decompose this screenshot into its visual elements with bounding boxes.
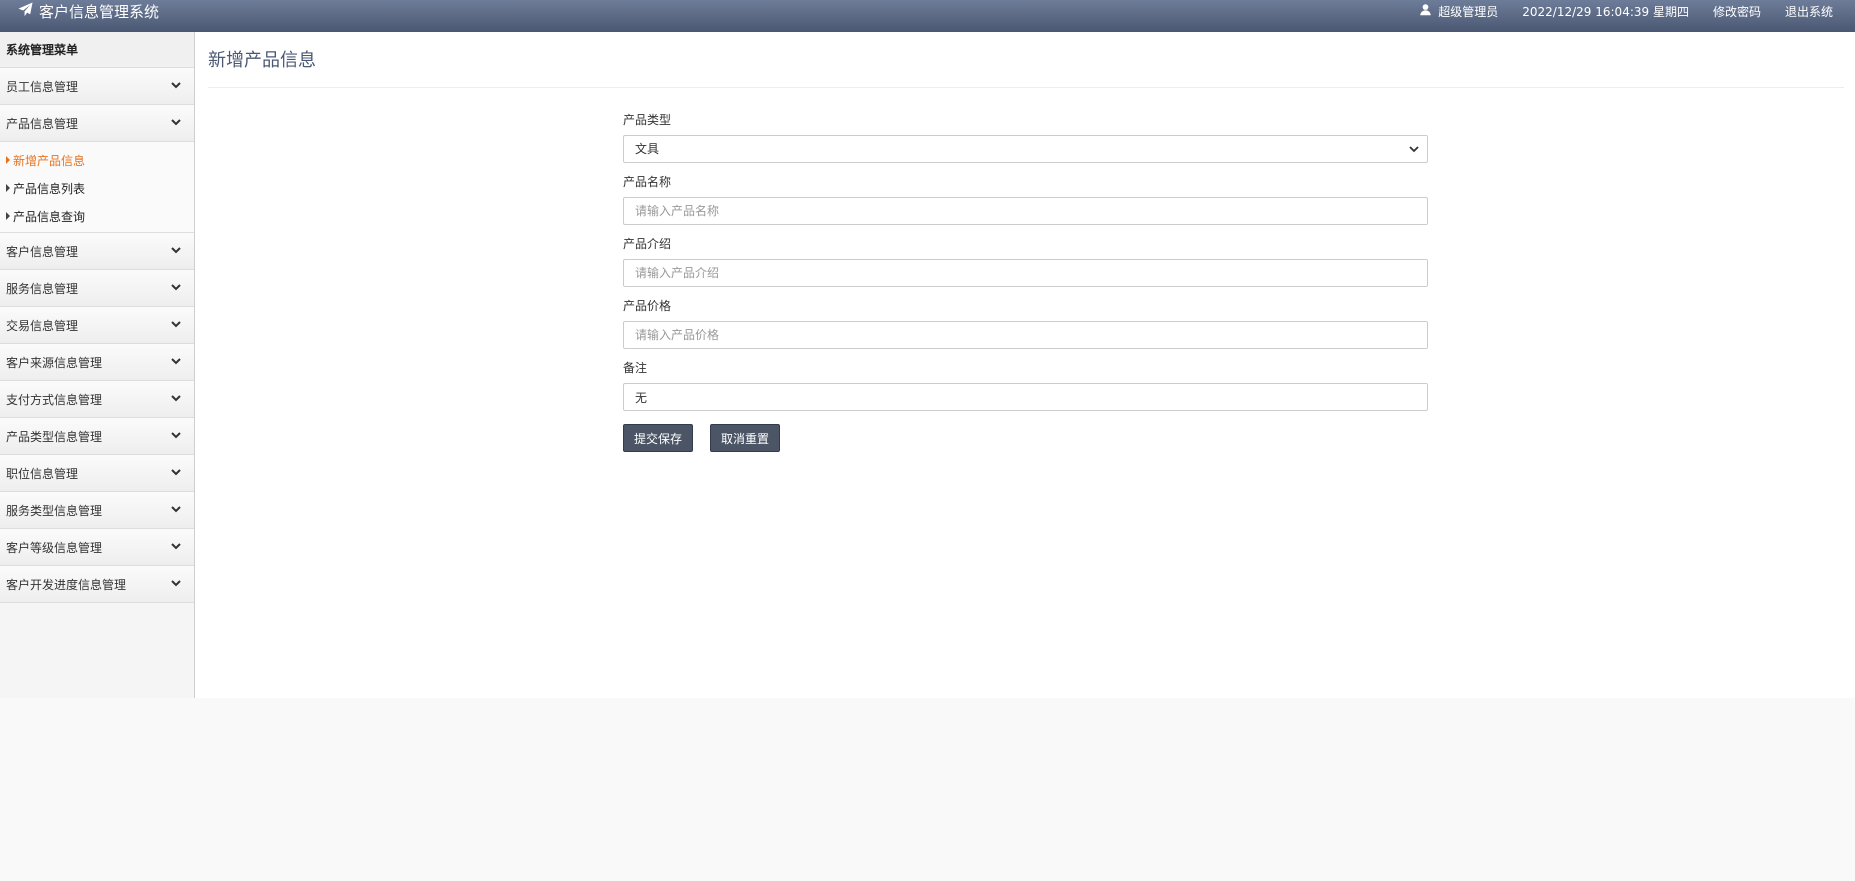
chevron-down-icon [170, 429, 182, 444]
submenu-item-label: 产品信息查询 [13, 209, 86, 224]
product-name-field: 产品名称 [623, 174, 1428, 236]
chevron-down-icon [170, 79, 182, 94]
user-name: 超级管理员 [1438, 4, 1499, 19]
menu-group-product[interactable]: 产品信息管理 [0, 105, 194, 142]
cancel-reset-button[interactable]: 取消重置 [710, 424, 781, 452]
product-type-field: 产品类型 文具 [623, 112, 1428, 174]
menu-group-label: 客户来源信息管理 [6, 355, 103, 370]
product-intro-input[interactable] [623, 259, 1428, 287]
submenu-item-add-product[interactable]: 新增产品信息 [0, 146, 194, 174]
sidebar: 系统管理菜单 员工信息管理 产品信息管理 新增产品信息 产品信息列表 产品信息查… [0, 32, 195, 698]
chevron-down-icon [170, 577, 182, 592]
menu-group-position[interactable]: 职位信息管理 [0, 455, 194, 492]
submenu-item-label: 新增产品信息 [13, 153, 86, 168]
logout-link[interactable]: 退出系统 [1785, 3, 1833, 20]
menu-group-customer-level[interactable]: 客户等级信息管理 [0, 529, 194, 566]
product-price-input[interactable] [623, 321, 1428, 349]
top-header: 客户信息管理系统 超级管理员 2022/12/29 16:04:39 星期四 修… [0, 0, 1855, 32]
menu-group-label: 客户开发进度信息管理 [6, 577, 127, 592]
caret-right-icon [6, 212, 10, 220]
current-user[interactable]: 超级管理员 [1419, 3, 1498, 20]
top-nav: 超级管理员 2022/12/29 16:04:39 星期四 修改密码 退出系统 [1419, 0, 1833, 22]
current-datetime: 2022/12/29 16:04:39 星期四 [1522, 4, 1689, 19]
product-type-select-wrap: 文具 [623, 135, 1428, 163]
menu-group-label: 服务类型信息管理 [6, 503, 103, 518]
sidebar-title: 系统管理菜单 [0, 32, 194, 68]
chevron-down-icon [170, 318, 182, 333]
form-buttons: 提交保存 取消重置 [623, 424, 1428, 452]
product-intro-field: 产品介绍 [623, 236, 1428, 298]
menu-group-customer-source[interactable]: 客户来源信息管理 [0, 344, 194, 381]
menu-group-product-type[interactable]: 产品类型信息管理 [0, 418, 194, 455]
user-icon [1419, 3, 1432, 19]
app-title: 客户信息管理系统 [39, 2, 160, 21]
chevron-down-icon [170, 466, 182, 481]
submenu-item-product-list[interactable]: 产品信息列表 [0, 174, 194, 202]
caret-right-icon [6, 156, 10, 164]
main-content: 新增产品信息 产品类型 文具 产品名称 产品介绍 产品价格 [195, 32, 1855, 698]
menu-group-customer[interactable]: 客户信息管理 [0, 233, 194, 270]
menu-group-service-type[interactable]: 服务类型信息管理 [0, 492, 194, 529]
remark-field: 备注 [623, 360, 1428, 422]
menu-group-label: 产品信息管理 [6, 116, 79, 131]
add-product-form: 产品类型 文具 产品名称 产品介绍 产品价格 备注 [623, 112, 1428, 452]
change-password-link[interactable]: 修改密码 [1713, 3, 1761, 20]
menu-group-label: 客户信息管理 [6, 244, 79, 259]
chevron-down-icon [170, 281, 182, 296]
menu-group-label: 产品类型信息管理 [6, 429, 103, 444]
chevron-down-icon [170, 244, 182, 259]
menu-group-label: 员工信息管理 [6, 79, 79, 94]
caret-right-icon [6, 184, 10, 192]
menu-group-employee[interactable]: 员工信息管理 [0, 68, 194, 105]
chevron-down-icon [170, 355, 182, 370]
chevron-down-icon [170, 392, 182, 407]
menu-group-transaction[interactable]: 交易信息管理 [0, 307, 194, 344]
chevron-down-icon [170, 503, 182, 518]
remark-label: 备注 [623, 361, 648, 375]
menu-group-label: 职位信息管理 [6, 466, 79, 481]
brand: 客户信息管理系统 [18, 0, 159, 22]
remark-input[interactable] [623, 383, 1428, 411]
menu-group-label: 服务信息管理 [6, 281, 79, 296]
title-divider [208, 87, 1844, 88]
chevron-down-icon [170, 116, 182, 131]
menu-group-label: 客户等级信息管理 [6, 540, 103, 555]
menu-group-label: 交易信息管理 [6, 318, 79, 333]
product-intro-label: 产品介绍 [623, 237, 672, 251]
menu-group-payment-method[interactable]: 支付方式信息管理 [0, 381, 194, 418]
submenu-item-product-query[interactable]: 产品信息查询 [0, 202, 194, 230]
chevron-down-icon [170, 540, 182, 555]
product-type-select[interactable]: 文具 [623, 135, 1428, 163]
product-name-input[interactable] [623, 197, 1428, 225]
product-type-label: 产品类型 [623, 113, 672, 127]
product-submenu: 新增产品信息 产品信息列表 产品信息查询 [0, 142, 194, 233]
menu-group-service[interactable]: 服务信息管理 [0, 270, 194, 307]
submit-save-button[interactable]: 提交保存 [623, 424, 694, 452]
page-title: 新增产品信息 [208, 50, 316, 71]
product-price-label: 产品价格 [623, 299, 672, 313]
submenu-item-label: 产品信息列表 [13, 181, 86, 196]
menu-group-label: 支付方式信息管理 [6, 392, 103, 407]
product-name-label: 产品名称 [623, 175, 672, 189]
menu-group-customer-progress[interactable]: 客户开发进度信息管理 [0, 566, 194, 603]
product-price-field: 产品价格 [623, 298, 1428, 360]
paper-plane-icon [18, 1, 33, 21]
